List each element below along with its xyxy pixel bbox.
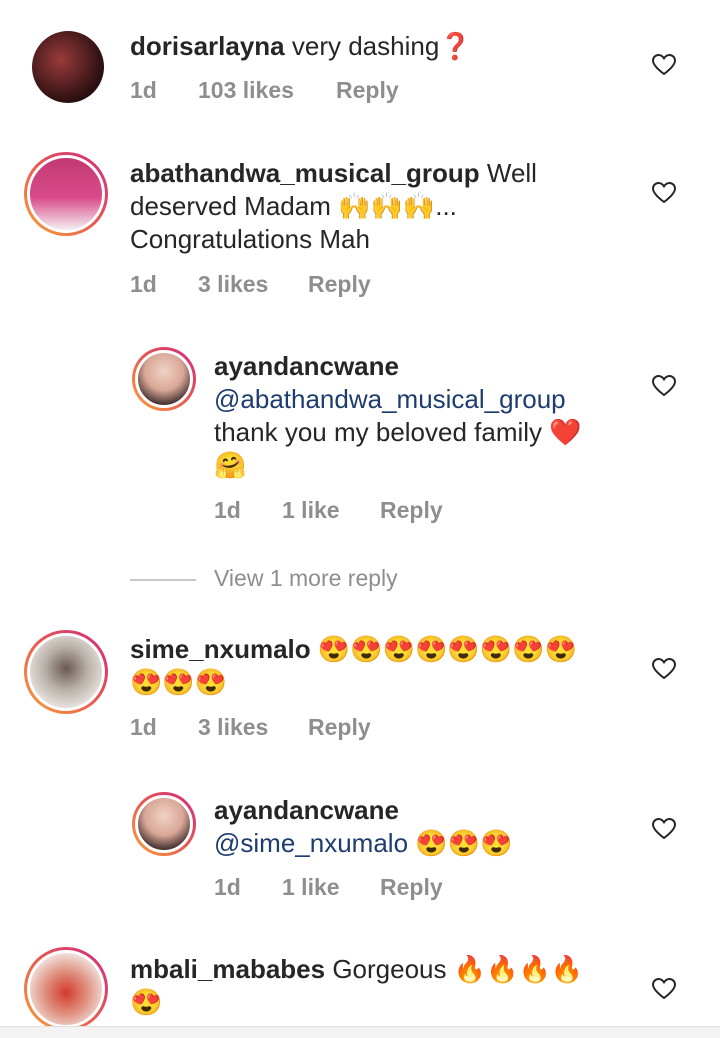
- avatar[interactable]: [24, 947, 108, 1031]
- comment-username[interactable]: abathandwa_musical_group: [130, 158, 480, 188]
- comment-time: 1d: [214, 874, 241, 900]
- comment-time: 1d: [130, 271, 157, 297]
- comment-text: Gorgeous 🔥🔥🔥🔥: [325, 954, 584, 984]
- comment-text: thank you my beloved family ❤️: [214, 417, 582, 447]
- view-more-label[interactable]: View 1 more reply: [214, 565, 398, 591]
- comment-likes[interactable]: 1 like: [282, 497, 380, 524]
- heart-outline-icon[interactable]: [652, 182, 676, 204]
- reply-button[interactable]: Reply: [336, 77, 399, 104]
- comment-time: 1d: [214, 497, 241, 523]
- heart-outline-icon[interactable]: [652, 818, 676, 840]
- comment-username[interactable]: dorisarlayna: [130, 31, 285, 61]
- avatar[interactable]: [132, 792, 196, 856]
- comment-username[interactable]: mbali_mababes: [130, 954, 325, 984]
- reply-button[interactable]: Reply: [308, 271, 371, 298]
- comment-likes[interactable]: 3 likes: [198, 714, 308, 741]
- comment-text: deserved Madam 🙌🙌🙌...: [130, 191, 457, 221]
- mention-link[interactable]: @abathandwa_musical_group: [214, 384, 566, 414]
- reply-button[interactable]: Reply: [308, 714, 371, 741]
- comment-username[interactable]: ayandancwane: [214, 351, 399, 381]
- comment-text: 😍😍😍: [130, 667, 228, 697]
- comment-text: very dashing❓: [284, 31, 472, 61]
- view-more-replies[interactable]: View 1 more reply: [130, 565, 398, 592]
- comment-likes[interactable]: 1 like: [282, 874, 380, 901]
- comment-text: 🤗: [214, 450, 247, 480]
- reply-button[interactable]: Reply: [380, 497, 443, 524]
- comment-text: 😍😍😍: [408, 828, 513, 858]
- avatar[interactable]: [24, 630, 108, 714]
- bottom-divider: [0, 1026, 720, 1038]
- avatar[interactable]: [32, 31, 104, 103]
- comment-likes[interactable]: 103 likes: [198, 77, 336, 104]
- comment-time: 1d: [130, 714, 157, 740]
- avatar[interactable]: [132, 347, 196, 411]
- comment-time: 1d: [130, 77, 157, 103]
- divider-line: [130, 578, 196, 581]
- comment-text: Well: [479, 158, 537, 188]
- heart-outline-icon[interactable]: [652, 375, 676, 397]
- heart-outline-icon[interactable]: [652, 658, 676, 680]
- comment-likes[interactable]: 3 likes: [198, 271, 308, 298]
- comment-username[interactable]: sime_nxumalo: [130, 634, 311, 664]
- comment-text: 😍: [130, 987, 163, 1017]
- heart-outline-icon[interactable]: [652, 54, 676, 76]
- comment-username[interactable]: ayandancwane: [214, 795, 399, 825]
- comment-text: 😍😍😍😍😍😍😍😍: [310, 634, 577, 664]
- mention-link[interactable]: @sime_nxumalo: [214, 828, 408, 858]
- comment-text: Congratulations Mah: [130, 224, 370, 254]
- heart-outline-icon[interactable]: [652, 978, 676, 1000]
- avatar[interactable]: [24, 152, 108, 236]
- reply-button[interactable]: Reply: [380, 874, 443, 901]
